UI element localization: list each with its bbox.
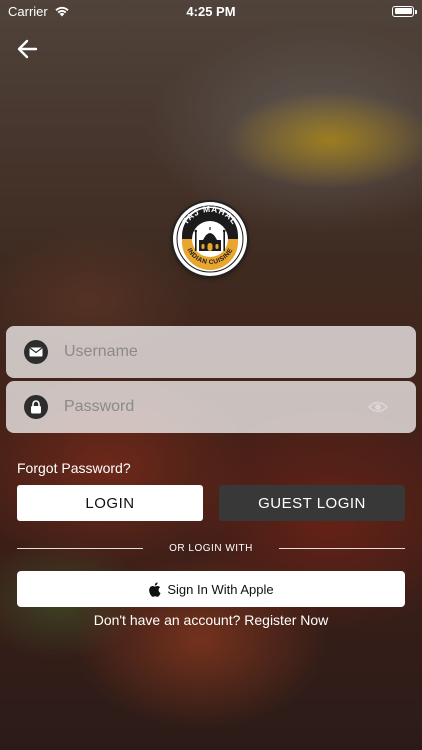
- apple-button-label: Sign In With Apple: [167, 581, 274, 597]
- password-input[interactable]: [62, 397, 368, 417]
- username-input[interactable]: [62, 342, 416, 362]
- envelope-icon: [24, 340, 48, 364]
- sign-in-with-apple-button[interactable]: Sign In With Apple: [17, 571, 405, 607]
- lock-icon: [24, 395, 48, 419]
- restaurant-logo: TAJ MAHAL INDIAN CUISINE: [173, 202, 247, 276]
- login-button[interactable]: LOGIN: [17, 485, 203, 521]
- or-login-with-divider: OR LOGIN WITH: [17, 542, 406, 554]
- carrier-label: Carrier: [8, 3, 48, 19]
- username-field[interactable]: [6, 326, 416, 378]
- wifi-icon: [55, 6, 69, 17]
- eye-icon[interactable]: [368, 400, 388, 414]
- taj-mahal-seal-icon: TAJ MAHAL INDIAN CUISINE: [174, 203, 246, 275]
- carrier-group: Carrier: [8, 4, 70, 19]
- divider-line-left: [17, 547, 144, 549]
- back-arrow-icon[interactable]: [16, 38, 42, 60]
- battery-icon: [392, 5, 417, 17]
- apple-logo-icon: [149, 581, 161, 597]
- password-field[interactable]: [6, 381, 416, 433]
- forgot-password-link[interactable]: Forgot Password?: [17, 460, 131, 476]
- register-link[interactable]: Don't have an account? Register Now: [0, 612, 422, 628]
- status-bar: Carrier 4:25 PM: [0, 0, 422, 22]
- divider-line-right: [278, 547, 406, 549]
- guest-login-button[interactable]: GUEST LOGIN: [219, 485, 405, 521]
- divider-label: OR LOGIN WITH: [169, 542, 253, 554]
